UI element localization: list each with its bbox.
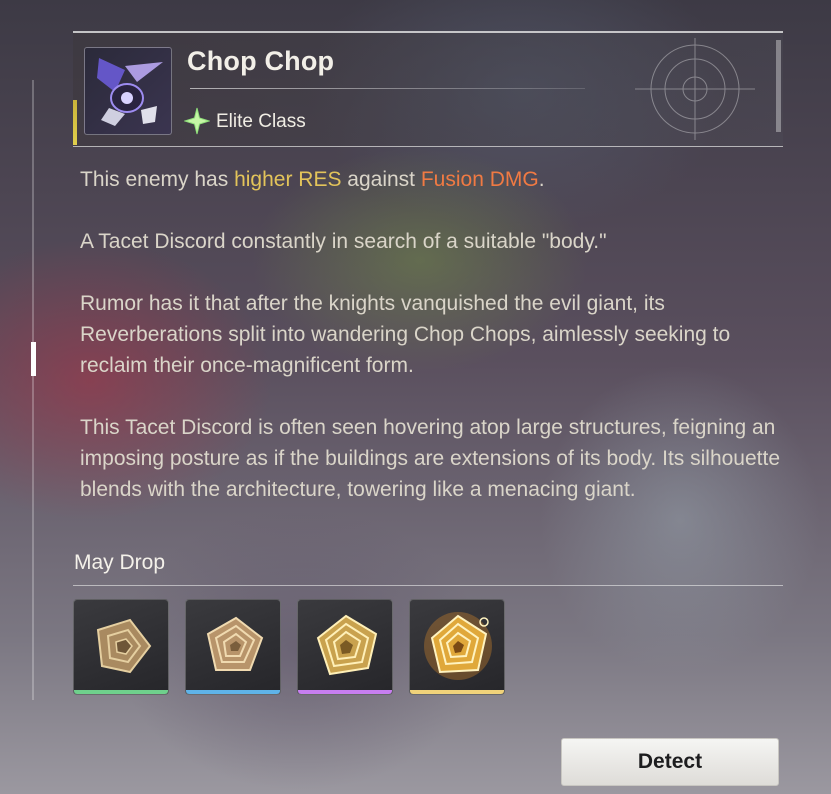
lore-paragraph-3: This Tacet Discord is often seen hoverin… <box>80 416 781 501</box>
elite-star-icon <box>184 107 210 135</box>
drops-title: May Drop <box>74 551 166 574</box>
lore-paragraph-2: Rumor has it that after the knights vanq… <box>80 292 731 377</box>
damage-type-highlight: Fusion DMG <box>420 168 539 191</box>
waveworn-residue-icon <box>96 618 152 674</box>
compass-decoration-icon <box>635 38 755 140</box>
enemy-name: Chop Chop <box>187 46 335 76</box>
resistance-note: This enemy has higher RES against Fusion… <box>80 164 780 195</box>
title-underline <box>190 88 585 89</box>
waveworn-residue-icon <box>206 616 264 671</box>
rarity-bar <box>186 690 280 694</box>
header-edge-bar <box>776 40 781 132</box>
drop-item-2[interactable] <box>185 599 281 695</box>
drop-item-1[interactable] <box>73 599 169 695</box>
waveworn-residue-icon <box>316 614 378 676</box>
scroll-position-marker <box>31 342 36 376</box>
resistance-highlight: higher RES <box>234 168 342 191</box>
enemy-description: This enemy has higher RES against Fusion… <box>80 164 780 536</box>
rarity-bar <box>410 690 504 694</box>
detect-button[interactable]: Detect <box>561 738 779 786</box>
drops-divider <box>73 585 783 586</box>
waveworn-residue-icon <box>424 612 492 680</box>
rarity-bar <box>298 690 392 694</box>
enemy-portrait <box>84 47 172 135</box>
lore-paragraph-1: A Tacet Discord constantly in search of … <box>80 230 607 253</box>
resistance-prefix: This enemy has <box>80 168 235 191</box>
portrait-accent-bar <box>73 100 77 145</box>
enemy-class-label: Elite Class <box>216 111 306 132</box>
resistance-mid: against <box>341 168 421 191</box>
rarity-bar <box>74 690 168 694</box>
chop-chop-portrait-icon <box>97 58 163 126</box>
header-bottom-divider <box>73 146 783 147</box>
left-scroll-track <box>32 80 34 700</box>
drop-item-3[interactable] <box>297 599 393 695</box>
resistance-suffix: . <box>538 168 545 191</box>
drop-item-4[interactable] <box>409 599 505 695</box>
